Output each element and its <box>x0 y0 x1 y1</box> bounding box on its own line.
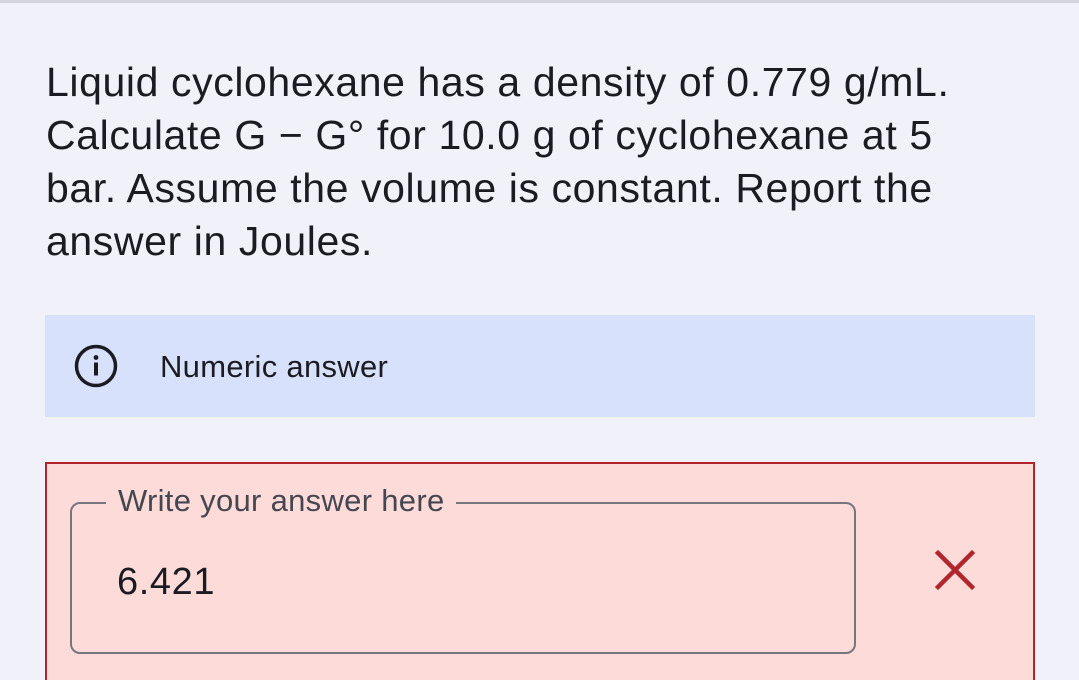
answer-panel: Write your answer here 6.421 <box>45 462 1035 680</box>
top-divider <box>0 0 1079 3</box>
close-icon <box>934 549 976 591</box>
answer-input-label: Write your answer here <box>106 482 457 520</box>
question-text: Liquid cyclohexane has a density of 0.77… <box>46 59 950 264</box>
answer-input[interactable]: Write your answer here 6.421 <box>70 482 856 654</box>
answer-type-label: Numeric answer <box>160 349 389 384</box>
info-banner: Numeric answer <box>45 315 1035 417</box>
answer-input-value[interactable]: 6.421 <box>117 560 215 604</box>
info-icon <box>74 344 118 388</box>
